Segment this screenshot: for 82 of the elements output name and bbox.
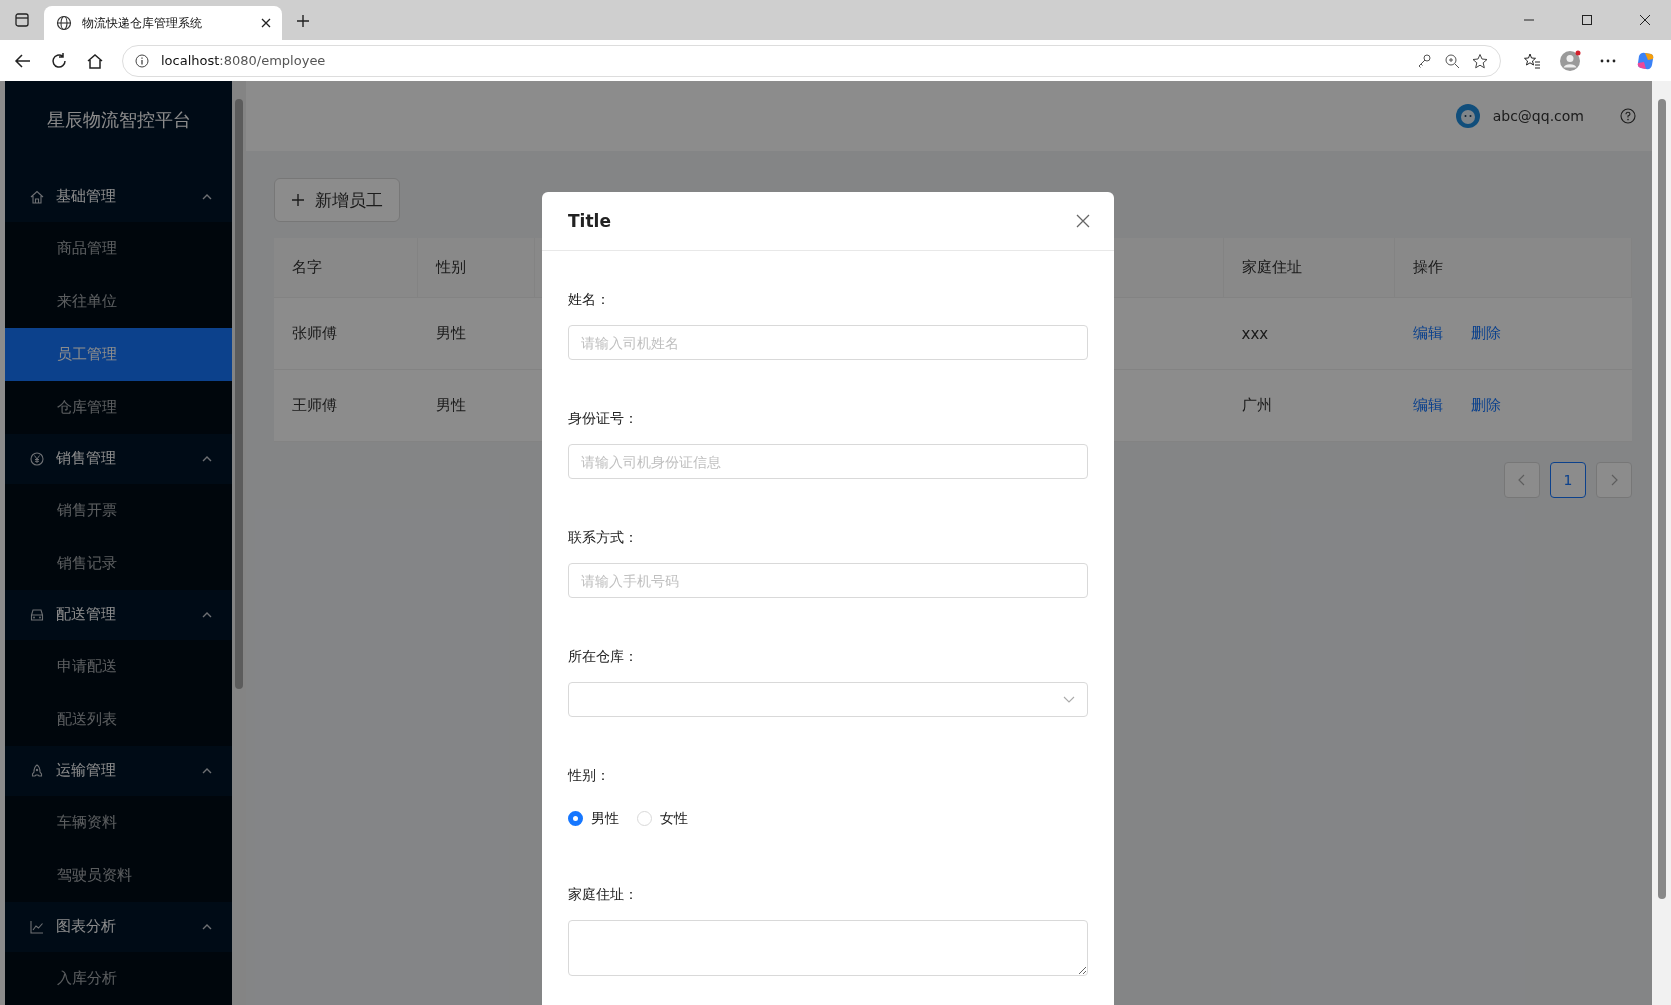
table-cell: 男性 (417, 369, 535, 442)
menu-group[interactable]: 图表分析 (5, 901, 232, 952)
key-icon[interactable] (1416, 52, 1432, 69)
maximize-icon[interactable] (1581, 14, 1593, 26)
radio-option[interactable]: 女性 (637, 801, 688, 836)
dialog-title: Title (568, 211, 611, 231)
new-tab-icon[interactable] (296, 14, 310, 28)
menu-item[interactable]: 配送列表 (5, 692, 232, 746)
input-field[interactable]: 请输入司机身份证信息 (568, 444, 1088, 479)
table-cell: 张师傅 (274, 297, 418, 370)
chevron-right-icon (1610, 474, 1618, 486)
profile-avatar-icon[interactable] (1559, 49, 1581, 72)
menu-item[interactable]: 申请配送 (5, 639, 232, 693)
platform-title: 星辰物流智控平台 (45, 108, 192, 132)
caret-icon (202, 923, 212, 930)
rocket-icon (30, 763, 44, 778)
select-field[interactable] (568, 682, 1088, 717)
field-label: 联系方式： (568, 529, 639, 547)
help-icon[interactable] (1620, 108, 1636, 124)
menu-group[interactable]: 销售管理 (5, 433, 232, 484)
input-field[interactable]: 请输入司机姓名 (568, 325, 1088, 360)
field-label: 身份证号： (568, 410, 639, 428)
user-email[interactable]: abc@qq.com (1492, 108, 1584, 124)
menu-item[interactable]: 商品管理 (5, 221, 232, 275)
field-label: 性别： (568, 767, 611, 785)
menu-item[interactable]: 驾驶员资料 (5, 848, 232, 902)
caret-icon (202, 767, 212, 774)
car-icon (30, 607, 44, 622)
info-icon[interactable] (135, 53, 149, 68)
action-link[interactable]: 删除 (1470, 324, 1501, 343)
sidebar-toggle-icon[interactable] (14, 12, 30, 28)
caret-icon (202, 193, 212, 200)
action-link[interactable]: 编辑 (1412, 324, 1443, 343)
add-employee-button[interactable]: 新增员工 (274, 178, 400, 222)
field-label: 姓名： (568, 291, 611, 309)
reload-icon[interactable] (50, 51, 68, 70)
menu-item[interactable]: 来往单位 (5, 274, 232, 328)
back-icon[interactable] (14, 51, 32, 70)
field-label: 家庭住址： (568, 886, 639, 904)
caret-icon (202, 611, 212, 618)
plus-icon (291, 193, 305, 207)
home-icon[interactable] (86, 51, 104, 70)
radio-option[interactable]: 男性 (568, 801, 619, 836)
action-link[interactable]: 删除 (1470, 396, 1501, 415)
globe-icon (56, 15, 72, 31)
zoom-icon[interactable] (1444, 52, 1460, 69)
menu-item[interactable]: 销售记录 (5, 536, 232, 590)
caret-icon (202, 455, 212, 462)
tab-title: 物流快递仓库管理系统 (82, 14, 203, 32)
home-icon (30, 189, 44, 204)
input-field[interactable]: 请输入手机号码 (568, 563, 1088, 598)
table-cell: 广州 (1223, 369, 1395, 442)
yen-icon (30, 451, 44, 466)
menu-group[interactable]: 运输管理 (5, 745, 232, 796)
menu-item[interactable]: 仓库管理 (5, 380, 232, 434)
column-header: 名字 (274, 238, 418, 298)
menu-item[interactable]: 销售开票 (5, 483, 232, 537)
browser-tab[interactable]: 物流快递仓库管理系统 (44, 6, 282, 40)
close-icon[interactable] (1639, 14, 1651, 26)
menu-group[interactable]: 配送管理 (5, 589, 232, 640)
table-cell: 王师傅 (274, 369, 418, 442)
column-header: 性别 (417, 238, 535, 298)
menu-item[interactable]: 员工管理 (5, 327, 232, 381)
menu-item[interactable]: 车辆资料 (5, 795, 232, 849)
scrollbar[interactable] (232, 81, 246, 1005)
field-label: 所在仓库： (568, 648, 639, 666)
column-header: 操作 (1394, 238, 1632, 298)
close-icon[interactable] (260, 17, 272, 29)
scrollbar[interactable] (1652, 81, 1671, 1005)
chevron-left-icon (1518, 474, 1526, 486)
favorites-icon[interactable] (1523, 51, 1541, 70)
page-button[interactable]: 1 (1550, 462, 1586, 498)
address-field[interactable]: localhost:8080/employee (122, 44, 1501, 77)
column-header: 家庭住址 (1223, 238, 1395, 298)
line-chart-icon (30, 919, 44, 934)
table-cell: 男性 (417, 297, 535, 370)
menu-group[interactable]: 基础管理 (5, 171, 232, 222)
avatar-icon (1454, 103, 1481, 129)
star-icon[interactable] (1472, 52, 1488, 69)
menu-item[interactable]: 入库分析 (5, 952, 232, 1005)
table-cell: xxx (1223, 297, 1395, 370)
action-link[interactable]: 编辑 (1412, 396, 1443, 415)
